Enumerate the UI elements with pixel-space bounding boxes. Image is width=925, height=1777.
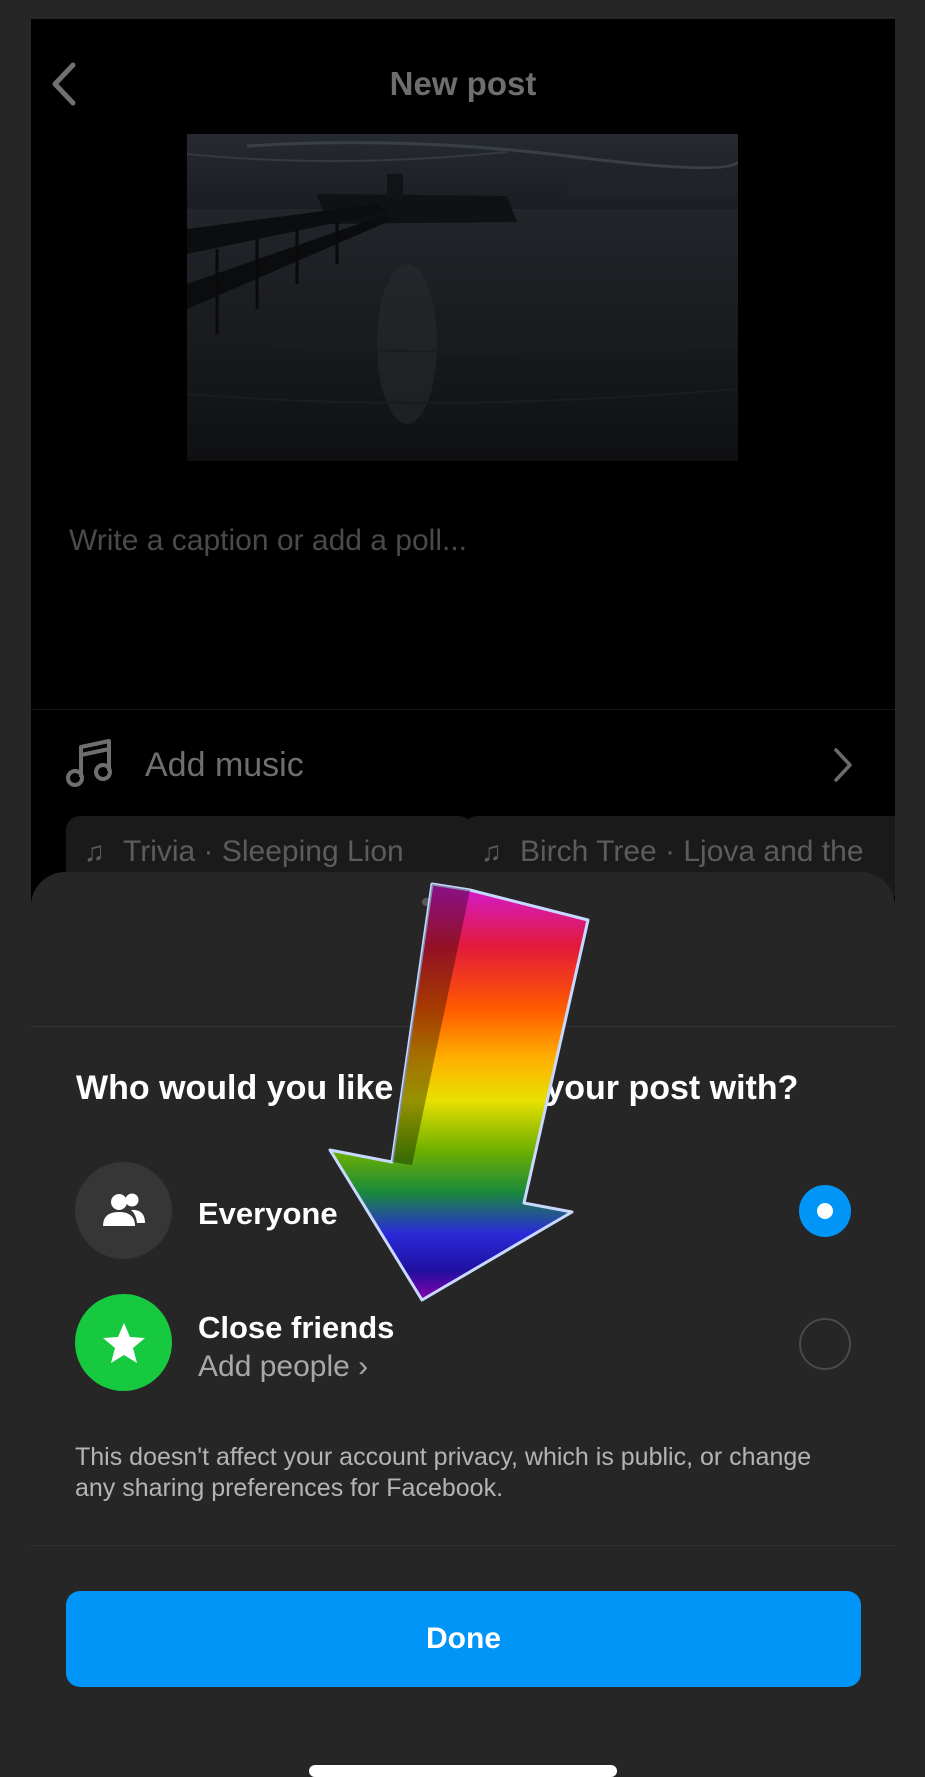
option-everyone[interactable]: Everyone	[31, 1162, 895, 1262]
question-text-start: Who would you like	[76, 1069, 394, 1107]
add-music-row[interactable]: Add music	[31, 731, 895, 801]
home-indicator	[309, 1765, 617, 1777]
post-photo[interactable]	[187, 134, 738, 461]
privacy-note: This doesn't affect your account privacy…	[75, 1443, 812, 1502]
add-people-link[interactable]: Add people ›	[198, 1350, 368, 1384]
sheet-title: Aud	[430, 960, 496, 997]
option-close-friends[interactable]: Close friends Add people ›	[31, 1294, 895, 1394]
people-icon	[102, 1193, 145, 1226]
add-music-label: Add music	[145, 746, 304, 784]
option-label: Close friends	[198, 1310, 395, 1345]
music-suggestion-title: Birch Tree · Ljova and the	[520, 835, 864, 868]
divider	[31, 709, 895, 710]
music-note-icon: ♫	[84, 836, 105, 867]
people-icon-avatar	[75, 1162, 172, 1259]
page-title: New post	[389, 65, 537, 102]
sheet-drag-handle[interactable]	[422, 898, 504, 906]
audience-question: Who would you like your post with?	[76, 1069, 798, 1108]
caption-input[interactable]: Write a caption or add a poll...	[69, 524, 467, 558]
radio-selected[interactable]	[799, 1185, 851, 1237]
chevron-right-icon	[834, 748, 852, 782]
question-text-end: your post with?	[545, 1069, 799, 1107]
audience-bottom-sheet: Aud Who would you like your post with? Ev…	[31, 872, 895, 1777]
music-suggestion-title: Trivia · Sleeping Lion	[123, 835, 404, 868]
music-note-icon	[66, 739, 112, 787]
divider	[31, 1545, 895, 1546]
option-label: Everyone	[198, 1196, 338, 1231]
radio-unselected[interactable]	[799, 1318, 851, 1370]
top-bar: New post	[31, 19, 895, 134]
music-note-icon: ♫	[481, 836, 502, 867]
done-button[interactable]: Done	[66, 1591, 861, 1687]
divider	[31, 1026, 895, 1027]
star-icon	[102, 1322, 145, 1363]
lake-pier-image	[187, 134, 738, 461]
star-icon-avatar	[75, 1294, 172, 1391]
